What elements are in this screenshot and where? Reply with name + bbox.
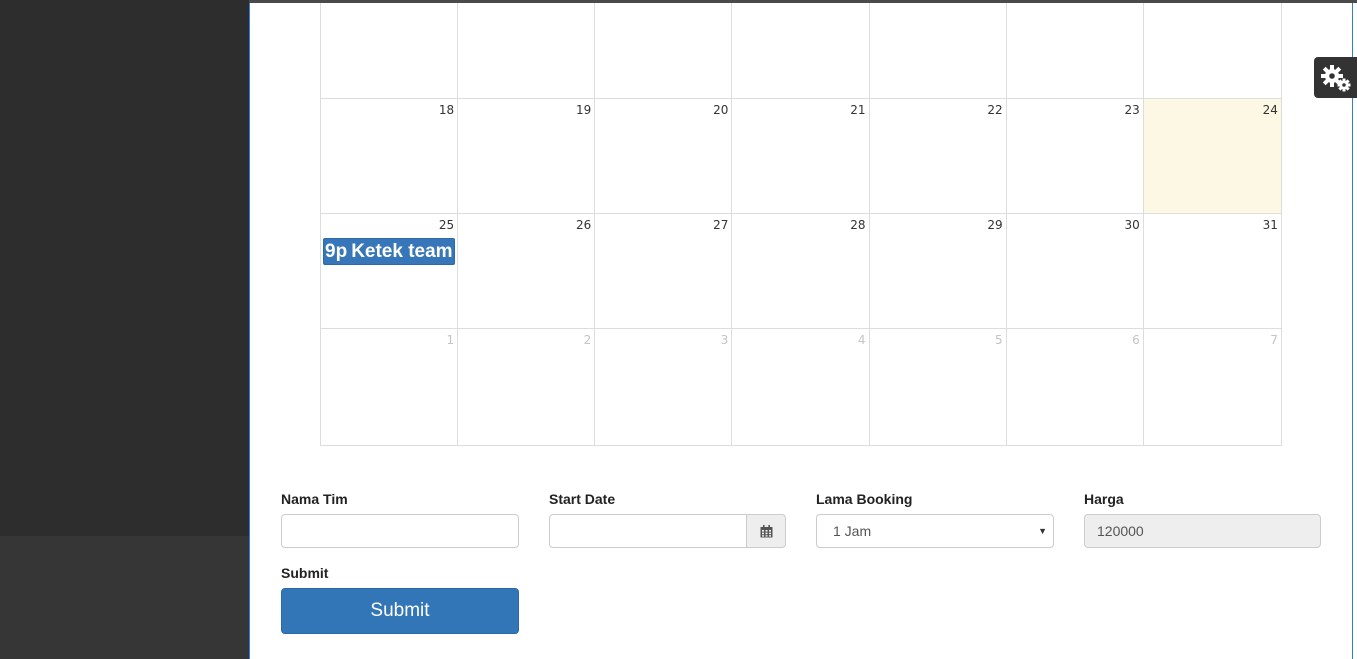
calendar-day-cell-today[interactable]: 24 (1143, 99, 1281, 213)
day-number: 6 (1132, 333, 1140, 347)
calendar-day-cell[interactable] (1144, 3, 1281, 98)
lama-booking-select[interactable]: 1 Jam ▼ (816, 514, 1054, 548)
lama-booking-selected-value: 1 Jam (833, 523, 872, 539)
submit-button[interactable]: Submit (281, 588, 519, 634)
calendar-day-cell-other-month[interactable]: 6 (1007, 329, 1144, 445)
calendar-day-cell[interactable]: 21 (732, 99, 870, 213)
calendar-day-cell[interactable]: 27 (595, 214, 733, 328)
lama-booking-label: Lama Booking (816, 491, 913, 507)
calendar-day-cell[interactable]: 22 (870, 99, 1007, 213)
day-number: 21 (850, 103, 866, 117)
day-number: 1 (446, 333, 455, 347)
calendar-day-cell-other-month[interactable]: 1 (321, 329, 459, 445)
sidebar-footer (0, 536, 249, 659)
day-number: 27 (713, 218, 729, 232)
day-number: 26 (575, 218, 592, 232)
date-picker-button[interactable] (746, 514, 786, 548)
day-number: 23 (1124, 103, 1140, 117)
calendar-day-cell[interactable]: 26 (458, 214, 596, 328)
caret-down-icon: ▼ (1038, 526, 1047, 536)
day-number: 29 (987, 218, 1003, 232)
day-number: 25 (438, 218, 455, 232)
calendar-day-cell[interactable] (321, 3, 459, 98)
calendar-day-cell[interactable]: 30 (1007, 214, 1144, 328)
calendar-day-cell-other-month[interactable]: 4 (732, 329, 870, 445)
day-number: 22 (987, 103, 1003, 117)
calendar-day-cell[interactable]: 31 (1144, 214, 1281, 328)
calendar-day-cell[interactable] (870, 3, 1007, 98)
calendar-day-cell[interactable]: 29 (870, 214, 1007, 328)
day-number: 19 (575, 103, 592, 117)
harga-value: 120000 (1097, 523, 1144, 539)
calendar-day-cell[interactable]: 19 (458, 99, 596, 213)
nama-tim-field[interactable] (281, 514, 519, 548)
calendar-event[interactable]: 9p Ketek team (323, 238, 456, 265)
calendar-week (321, 3, 1281, 99)
submit-label: Submit (281, 565, 329, 581)
settings-toggle-button[interactable] (1314, 57, 1357, 98)
day-number: 30 (1124, 218, 1140, 232)
day-number: 28 (850, 218, 866, 232)
calendar-week: 25 9p Ketek team 26 27 28 29 30 31 (321, 214, 1281, 329)
calendar-day-cell[interactable] (1007, 3, 1144, 98)
day-number: 3 (720, 333, 729, 347)
calendar-month-view: 18 19 20 21 22 23 24 25 9p Ketek team 26 … (320, 3, 1282, 446)
day-number: 20 (713, 103, 729, 117)
day-number: 5 (994, 333, 1003, 347)
day-number: 31 (1262, 218, 1278, 232)
calendar-week: 1 2 3 4 5 6 7 (321, 329, 1281, 445)
harga-label: Harga (1084, 491, 1124, 507)
nama-tim-input[interactable] (282, 515, 518, 547)
day-number: 2 (583, 333, 592, 347)
start-date-group (549, 514, 786, 548)
day-number: 4 (857, 333, 866, 347)
day-number: 24 (1262, 103, 1278, 117)
event-title: Ketek team (351, 241, 453, 262)
calendar-day-cell[interactable] (595, 3, 733, 98)
calendar-day-cell[interactable]: 28 (732, 214, 870, 328)
gears-icon (1320, 64, 1350, 91)
calendar-day-cell[interactable]: 20 (595, 99, 733, 213)
harga-field: 120000 (1084, 514, 1321, 548)
calendar-week: 18 19 20 21 22 23 24 (321, 99, 1281, 214)
nama-tim-label: Nama Tim (281, 491, 348, 507)
day-number: 18 (438, 103, 455, 117)
calendar-day-cell-other-month[interactable]: 2 (458, 329, 596, 445)
calendar-day-cell[interactable] (732, 3, 870, 98)
calendar-day-cell[interactable]: 23 (1007, 99, 1144, 213)
calendar-day-cell[interactable]: 18 (321, 99, 459, 213)
calendar-day-cell-other-month[interactable]: 3 (595, 329, 733, 445)
calendar-day-cell[interactable] (458, 3, 596, 98)
start-date-label: Start Date (549, 491, 616, 507)
start-date-field[interactable] (549, 514, 747, 548)
calendar-day-cell-other-month[interactable]: 7 (1144, 329, 1281, 445)
event-time: 9p (325, 241, 348, 262)
calendar-icon (760, 524, 772, 537)
calendar-day-cell-other-month[interactable]: 5 (870, 329, 1007, 445)
calendar-day-cell[interactable]: 25 9p Ketek team (321, 214, 459, 328)
day-number: 7 (1270, 333, 1278, 347)
